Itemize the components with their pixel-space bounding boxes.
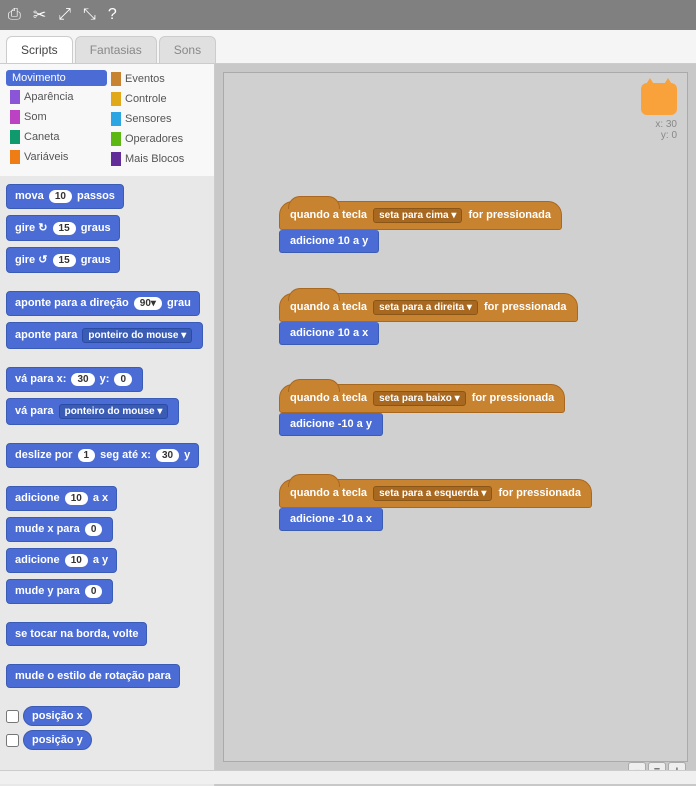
tab-costumes[interactable]: Fantasias <box>75 36 157 63</box>
block-add-y[interactable]: adicione 10 a y <box>279 230 379 253</box>
tab-scripts[interactable]: Scripts <box>6 36 73 63</box>
swatch-icon <box>10 90 20 104</box>
cat-label: Mais Blocos <box>125 153 184 165</box>
cat-pen[interactable]: Caneta <box>6 128 107 146</box>
script-up[interactable]: quando a tecla seta para cima ▾ for pres… <box>279 201 562 253</box>
swatch-icon <box>10 150 20 164</box>
help-icon[interactable]: ? <box>108 6 117 24</box>
cat-label: Eventos <box>125 73 165 85</box>
expand-icon[interactable]: ⤢ <box>58 6 71 24</box>
block-sub-y[interactable]: adicione -10 a y <box>279 413 383 436</box>
cat-more[interactable]: Mais Blocos <box>107 150 208 168</box>
top-toolbar: ⎙ ✂ ⤢ ⤡ ? <box>0 0 696 30</box>
cat-label: Controle <box>125 93 167 105</box>
bottom-bar <box>0 770 696 784</box>
tab-sounds[interactable]: Sons <box>159 36 216 63</box>
reporter-pos-y[interactable]: posição y <box>23 730 92 750</box>
cat-label: Operadores <box>125 133 183 145</box>
swatch-icon <box>111 72 121 86</box>
block-sub-x[interactable]: adicione -10 a x <box>279 508 383 531</box>
cat-variables[interactable]: Variáveis <box>6 148 107 166</box>
cat-operators[interactable]: Operadores <box>107 130 208 148</box>
script-right[interactable]: quando a tecla seta para a direita ▾ for… <box>279 293 578 345</box>
stamp-icon[interactable]: ⎙ <box>8 6 21 24</box>
hat-key-right[interactable]: quando a tecla seta para a direita ▾ for… <box>279 293 578 322</box>
swatch-icon <box>10 110 20 124</box>
sprite-info: x: 30 y: 0 <box>641 83 677 141</box>
hat-key-left[interactable]: quando a tecla seta para a esquerda ▾ fo… <box>279 479 592 508</box>
reporter-pos-x[interactable]: posição x <box>23 706 92 726</box>
cat-motion[interactable]: Movimento <box>6 70 107 86</box>
sprite-thumbnail-icon[interactable] <box>641 83 677 115</box>
cat-sensing[interactable]: Sensores <box>107 110 208 128</box>
block-set-y[interactable]: mude y para 0 <box>6 579 113 604</box>
block-bounce[interactable]: se tocar na borda, volte <box>6 622 147 646</box>
categories: Movimento Aparência Som Caneta Variáveis… <box>0 64 214 176</box>
script-left[interactable]: quando a tecla seta para a esquerda ▾ fo… <box>279 479 592 531</box>
cat-label: Movimento <box>12 72 66 84</box>
swatch-icon <box>111 152 121 166</box>
cat-sound[interactable]: Som <box>6 108 107 126</box>
block-set-x[interactable]: mude x para 0 <box>6 517 113 542</box>
shrink-icon[interactable]: ⤡ <box>83 6 96 24</box>
swatch-icon <box>111 132 121 146</box>
block-point-dir[interactable]: aponte para a direção 90▾ grau <box>6 291 200 316</box>
block-turn-ccw[interactable]: gire ↺ 15 graus <box>6 247 120 273</box>
hat-key-up[interactable]: quando a tecla seta para cima ▾ for pres… <box>279 201 562 230</box>
block-point-to[interactable]: aponte para ponteiro do mouse ▾ <box>6 322 203 349</box>
cat-label: Sensores <box>125 113 171 125</box>
cat-events[interactable]: Eventos <box>107 70 208 88</box>
scissors-icon[interactable]: ✂ <box>33 5 46 25</box>
script-down[interactable]: quando a tecla seta para baixo ▾ for pre… <box>279 384 565 436</box>
block-change-y[interactable]: adicione 10 a y <box>6 548 117 573</box>
swatch-icon <box>111 92 121 106</box>
block-goto-xy[interactable]: vá para x: 30 y: 0 <box>6 367 143 392</box>
block-rot-style[interactable]: mude o estilo de rotação para <box>6 664 180 688</box>
block-add-x[interactable]: adicione 10 a x <box>279 322 379 345</box>
block-change-x[interactable]: adicione 10 a x <box>6 486 117 511</box>
block-move[interactable]: mova 10 passos <box>6 184 124 209</box>
cat-label: Som <box>24 111 47 123</box>
cat-looks[interactable]: Aparência <box>6 88 107 106</box>
left-panel: Movimento Aparência Som Caneta Variáveis… <box>0 64 215 786</box>
cat-label: Aparência <box>24 91 74 103</box>
cat-label: Variáveis <box>24 151 68 163</box>
check-pos-x[interactable] <box>6 710 19 723</box>
swatch-icon <box>10 130 20 144</box>
block-palette[interactable]: mova 10 passos gire ↻ 15 graus gire ↺ 15… <box>0 176 214 786</box>
check-pos-y[interactable] <box>6 734 19 747</box>
block-turn-cw[interactable]: gire ↻ 15 graus <box>6 215 120 241</box>
cat-control[interactable]: Controle <box>107 90 208 108</box>
script-area[interactable]: x: 30 y: 0 quando a tecla seta para cima… <box>215 64 696 786</box>
block-goto-obj[interactable]: vá para ponteiro do mouse ▾ <box>6 398 179 425</box>
hat-key-down[interactable]: quando a tecla seta para baixo ▾ for pre… <box>279 384 565 413</box>
block-glide[interactable]: deslize por 1 seg até x: 30 y <box>6 443 199 468</box>
tabs-bar: Scripts Fantasias Sons <box>0 30 696 64</box>
cat-label: Caneta <box>24 131 59 143</box>
swatch-icon <box>111 112 121 126</box>
